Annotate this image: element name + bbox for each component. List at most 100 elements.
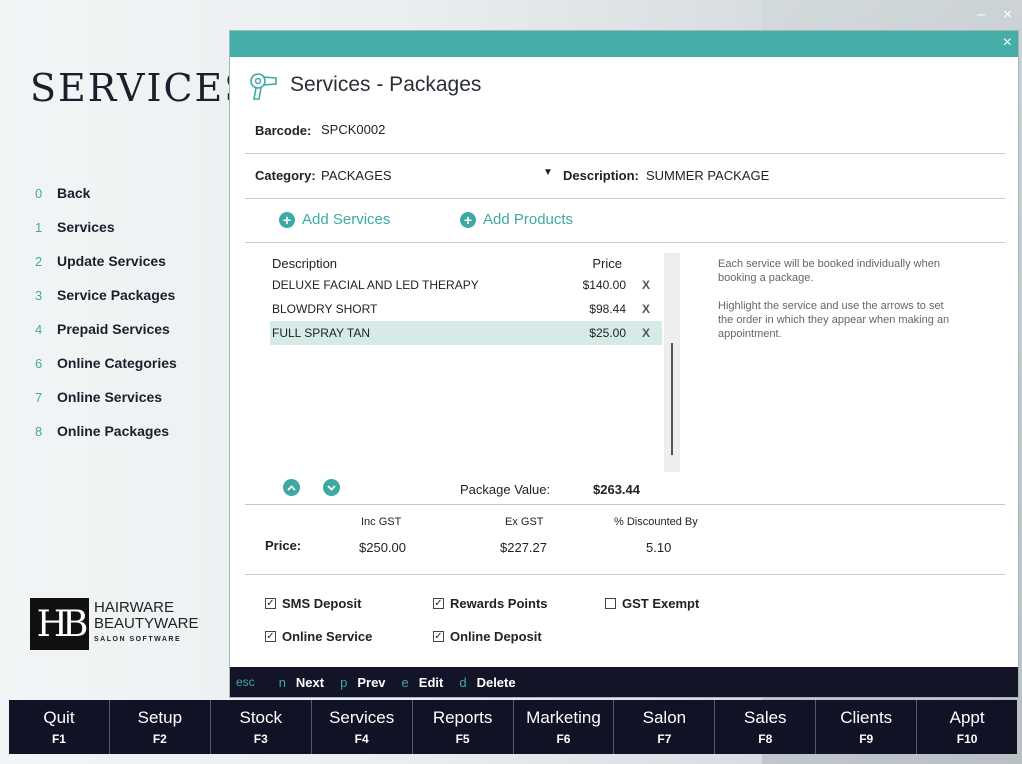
- nav-item-online-packages[interactable]: 8 Online Packages: [35, 414, 177, 448]
- nav-item-label: Service Packages: [57, 287, 176, 303]
- nav-item-number: 0: [35, 185, 43, 201]
- table-header: Description Price: [270, 253, 662, 273]
- checkbox-checked-icon: ✓: [265, 598, 276, 609]
- table-scrollbar[interactable]: [664, 253, 680, 472]
- help-text-ordering: Highlight the service and use the arrows…: [718, 300, 950, 340]
- fkey-sales[interactable]: Sales F8: [715, 700, 817, 754]
- remove-row-button[interactable]: X: [642, 302, 650, 316]
- chevron-up-icon: [287, 484, 296, 491]
- fkey-name: Setup: [137, 708, 183, 727]
- add-products-button[interactable]: + Add Products: [460, 211, 573, 228]
- function-key-bar: Quit F1 Setup F2 Stock F3 Services F4 Report…: [9, 700, 1017, 754]
- rewards-points-checkbox[interactable]: ✓ Rewards Points: [433, 596, 548, 611]
- table-row[interactable]: DELUXE FACIAL AND LED THERAPY $140.00 X: [270, 273, 662, 297]
- online-service-label: Online Service: [282, 629, 373, 644]
- logo-line-3: SALON SOFTWARE: [94, 636, 182, 643]
- fkey-key: F4: [354, 732, 369, 746]
- hair-dryer-icon: [250, 73, 277, 100]
- chevron-down-icon[interactable]: ▼: [543, 167, 553, 178]
- dialog-header: ×: [230, 31, 1018, 57]
- move-down-button[interactable]: [323, 479, 340, 496]
- nav-item-online-categories[interactable]: 6 Online Categories: [35, 346, 177, 380]
- fkey-reports[interactable]: Reports F5: [413, 700, 514, 754]
- rewards-points-label: Rewards Points: [450, 596, 548, 611]
- help-text-booking: Each service will be booked individually…: [718, 258, 940, 284]
- add-services-label: Add Services: [302, 211, 391, 228]
- fkey-setup[interactable]: Setup F2: [110, 700, 211, 754]
- price-label: Price:: [265, 538, 302, 553]
- table-row[interactable]: BLOWDRY SHORT $98.44 X: [270, 297, 662, 321]
- packages-dialog: × Services - Packages Barcode: SPCK0002 …: [229, 30, 1019, 698]
- row-price: $140.00: [582, 278, 626, 292]
- barcode-label: Barcode:: [255, 123, 312, 138]
- esc-shortcut[interactable]: esc: [236, 675, 255, 689]
- scrollbar-thumb[interactable]: [671, 343, 673, 455]
- fkey-salon[interactable]: Salon F7: [614, 700, 716, 754]
- package-value: $263.44: [593, 482, 640, 497]
- fkey-services[interactable]: Services F4: [312, 700, 413, 754]
- nav-item-back[interactable]: 0 Back: [35, 176, 177, 210]
- left-panel: SERVICES 0 Back 1 Services 2 Update Service…: [0, 0, 250, 700]
- shortcut-key: e: [401, 674, 409, 690]
- fkey-stock[interactable]: Stock F3: [211, 700, 312, 754]
- edit-shortcut[interactable]: e Edit: [402, 675, 444, 690]
- nav-item-services[interactable]: 1 Services: [35, 210, 177, 244]
- move-up-button[interactable]: [283, 479, 300, 496]
- row-description: BLOWDRY SHORT: [272, 302, 378, 316]
- checkbox-checked-icon: ✓: [265, 631, 276, 642]
- fkey-name: Clients: [840, 708, 893, 727]
- online-service-checkbox[interactable]: ✓ Online Service: [265, 629, 372, 644]
- dialog-close-button[interactable]: ×: [1003, 34, 1012, 52]
- logo-line-2: BEAUTYWARE: [94, 615, 199, 632]
- nav-item-prepaid-services[interactable]: 4 Prepaid Services: [35, 312, 177, 346]
- divider: [245, 504, 1005, 505]
- ex-gst-field[interactable]: $227.27: [500, 540, 547, 555]
- shortcut-key: p: [340, 674, 348, 690]
- sms-deposit-label: SMS Deposit: [282, 596, 362, 611]
- discount-field[interactable]: 5.10: [646, 540, 671, 555]
- inc-gst-field[interactable]: $250.00: [359, 540, 406, 555]
- minimize-button[interactable]: –: [977, 6, 985, 23]
- help-text: Each service will be booked individually…: [718, 257, 958, 341]
- shortcut-label: Next: [295, 674, 325, 690]
- prev-shortcut[interactable]: p Prev: [340, 675, 385, 690]
- fkey-key: F5: [455, 732, 470, 746]
- fkey-key: F8: [758, 732, 773, 746]
- table-row-selected[interactable]: FULL SPRAY TAN $25.00 X: [270, 321, 662, 345]
- online-deposit-checkbox[interactable]: ✓ Online Deposit: [433, 629, 542, 644]
- ex-gst-label: Ex GST: [505, 516, 544, 528]
- category-select[interactable]: PACKAGES: [321, 168, 392, 183]
- logo-text: HAIRWARE BEAUTYWARE SALON SOFTWARE: [94, 600, 198, 648]
- sms-deposit-checkbox[interactable]: ✓ SMS Deposit: [265, 596, 361, 611]
- discount-label: % Discounted By: [614, 516, 698, 528]
- section-title: SERVICES: [30, 66, 253, 110]
- fkey-appt[interactable]: Appt F10: [917, 700, 1017, 754]
- nav-item-update-services[interactable]: 2 Update Services: [35, 244, 177, 278]
- nav-item-service-packages[interactable]: 3 Service Packages: [35, 278, 177, 312]
- description-field[interactable]: SUMMER PACKAGE: [646, 168, 769, 183]
- nav-item-online-services[interactable]: 7 Online Services: [35, 380, 177, 414]
- gst-exempt-checkbox[interactable]: GST Exempt: [605, 596, 699, 611]
- remove-row-button[interactable]: X: [642, 278, 650, 292]
- add-products-label: Add Products: [483, 211, 574, 228]
- add-services-button[interactable]: + Add Services: [279, 211, 390, 228]
- fkey-key: F10: [956, 732, 978, 746]
- fkey-name: Quit: [43, 708, 75, 727]
- next-shortcut[interactable]: n Next: [279, 675, 324, 690]
- column-header-description: Description: [272, 256, 338, 271]
- remove-row-button[interactable]: X: [642, 326, 650, 340]
- fkey-quit[interactable]: Quit F1: [9, 700, 110, 754]
- logo-line-1: HAIRWARE: [94, 599, 175, 616]
- package-items-table: Description Price DELUXE FACIAL AND LED …: [270, 253, 662, 345]
- window-close-button[interactable]: ×: [1003, 6, 1012, 23]
- row-price: $25.00: [589, 326, 626, 340]
- fkey-clients[interactable]: Clients F9: [816, 700, 918, 754]
- fkey-key: F6: [556, 732, 571, 746]
- fkey-marketing[interactable]: Marketing F6: [514, 700, 615, 754]
- row-description: DELUXE FACIAL AND LED THERAPY: [272, 278, 479, 292]
- delete-shortcut[interactable]: d Delete: [459, 675, 515, 690]
- fkey-key: F7: [657, 732, 672, 746]
- fkey-key: F1: [51, 732, 66, 746]
- fkey-name: Sales: [744, 708, 787, 727]
- divider: [245, 242, 1005, 243]
